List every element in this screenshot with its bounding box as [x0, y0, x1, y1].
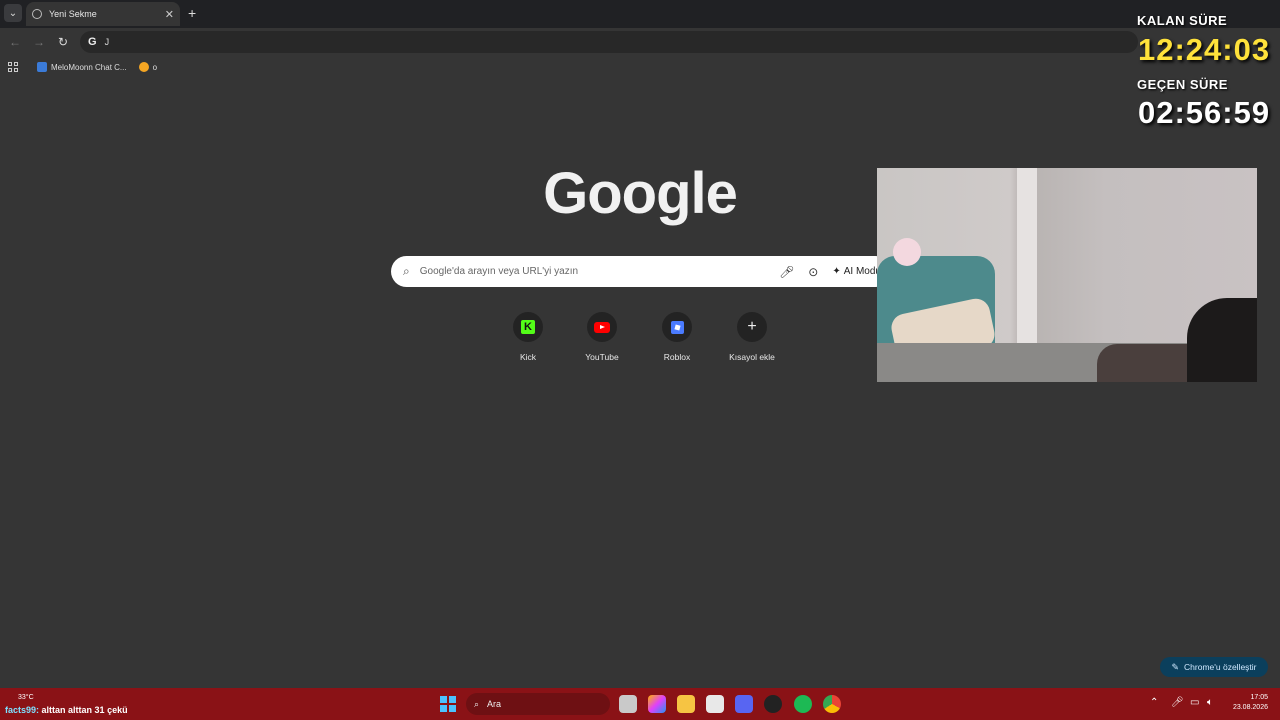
- tab-strip: ⌄ Yeni Sekme ✕ +: [0, 0, 1280, 28]
- arrow-right-icon: →: [33, 35, 45, 49]
- chevron-up-icon[interactable]: ⌃: [1150, 697, 1158, 708]
- chrome-favicon-icon: [32, 9, 42, 19]
- microphone-icon[interactable]: 🎤︎: [779, 265, 794, 279]
- chrome-icon[interactable]: [823, 695, 841, 713]
- pencil-icon: ✎: [1171, 661, 1180, 672]
- tab-search-button[interactable]: ⌄: [4, 4, 22, 22]
- taskbar-search[interactable]: ⌕ Ara: [466, 693, 610, 715]
- network-icon[interactable]: ▭: [1190, 697, 1199, 708]
- elapsed-time-label: GEÇEN SÜRE: [1137, 77, 1228, 92]
- tab-new-tab[interactable]: Yeni Sekme ✕: [26, 2, 180, 26]
- copilot-icon[interactable]: [648, 695, 666, 713]
- shortcut-label: Kick: [519, 352, 537, 362]
- forward-button[interactable]: →: [30, 33, 48, 51]
- spotify-icon[interactable]: [794, 695, 812, 713]
- shortcut-icon-circle: [587, 312, 617, 342]
- google-lens-icon[interactable]: ⊙: [808, 265, 818, 279]
- reload-button[interactable]: ↻: [54, 33, 72, 51]
- file-explorer-icon[interactable]: [677, 695, 695, 713]
- system-clock[interactable]: 17:05 23.08.2026: [1226, 693, 1268, 713]
- shortcut-roblox[interactable]: Roblox: [642, 312, 712, 362]
- close-icon[interactable]: ✕: [165, 8, 174, 21]
- google-g-icon: G: [88, 36, 97, 48]
- shortcut-icon-circle: K: [513, 312, 543, 342]
- weather-temperature[interactable]: 33°C: [18, 694, 34, 701]
- bookmark-favicon-icon: [138, 62, 149, 72]
- sparkle-search-icon: ✦: [832, 266, 841, 277]
- windows-start-icon[interactable]: [440, 696, 456, 712]
- clock-date: 23.08.2026: [1232, 704, 1268, 711]
- customize-chrome-button[interactable]: ✎ Chrome'u özelleştir: [1160, 657, 1268, 677]
- taskbar-search-label: Ara: [487, 699, 502, 709]
- plus-icon: +: [747, 318, 757, 335]
- ai-mode-button[interactable]: ✦ AI Modu: [832, 266, 881, 277]
- obs-icon[interactable]: [764, 695, 782, 713]
- bookmarks-bar: MeloMoonn Chat C... o: [0, 56, 1280, 78]
- bookmark-label: o: [152, 62, 158, 72]
- shortcut-icon-circle: [662, 312, 692, 342]
- volume-icon[interactable]: 🔈︎: [1207, 697, 1213, 708]
- discord-icon[interactable]: [735, 695, 753, 713]
- search-icon: ⌕: [474, 698, 480, 709]
- shortcut-icon-circle: +: [737, 312, 767, 342]
- address-bar[interactable]: G J: [80, 31, 1138, 53]
- plush-toy: [893, 238, 921, 266]
- search-box[interactable]: ⌕ Google'da arayın veya URL'yi yazın 🎤︎ …: [391, 256, 891, 287]
- search-placeholder: Google'da arayın veya URL'yi yazın: [419, 266, 579, 277]
- arrow-left-icon: ←: [9, 35, 21, 49]
- apps-grid-icon[interactable]: [8, 61, 19, 73]
- search-icon: ⌕: [403, 264, 410, 278]
- webcam-feed: [877, 168, 1257, 382]
- bookmark-melomoonn[interactable]: MeloMoonn Chat C...: [37, 62, 127, 72]
- ticker-username: facts99:: [5, 705, 40, 715]
- ai-mode-label: AI Modu: [843, 266, 881, 277]
- tab-title: Yeni Sekme: [49, 9, 97, 19]
- shortcut-add[interactable]: + Kısayol ekle: [717, 312, 787, 362]
- back-button[interactable]: ←: [6, 33, 24, 51]
- microphone-icon[interactable]: 🎤︎: [1171, 697, 1184, 708]
- toolbar: ← → ↻ G J: [0, 28, 1280, 56]
- shortcut-label: Roblox: [663, 352, 691, 362]
- youtube-icon: [594, 321, 610, 333]
- bookmark-favicon-icon: [37, 62, 47, 72]
- customize-label: Chrome'u özelleştir: [1184, 662, 1257, 672]
- remaining-time-value: 12:24:03: [1138, 32, 1271, 67]
- bookmark-o[interactable]: o: [138, 62, 158, 72]
- reload-icon: ↻: [57, 35, 69, 49]
- screen: ⌄ Yeni Sekme ✕ + ← → ↻ G J MeloMoonn Cha…: [0, 0, 1280, 720]
- taskbar: 33°C facts99: alttan alttan 31 çekü ⌕ Ar…: [0, 688, 1280, 720]
- remaining-time-label: KALAN SÜRE: [1137, 13, 1228, 28]
- chevron-down-icon: ⌄: [8, 7, 18, 19]
- bookmark-label: MeloMoonn Chat C...: [51, 62, 127, 72]
- person-head: [1187, 298, 1257, 382]
- kick-icon: K: [521, 320, 535, 334]
- roblox-icon: [670, 320, 684, 334]
- chat-ticker: facts99: alttan alttan 31 çekü: [5, 705, 128, 715]
- elapsed-time-value: 02:56:59: [1138, 95, 1271, 130]
- task-view-icon[interactable]: [619, 695, 637, 713]
- store-icon[interactable]: [706, 695, 724, 713]
- ticker-message: alttan alttan 31 çekü: [41, 705, 128, 715]
- shortcut-kick[interactable]: K Kick: [493, 312, 563, 362]
- new-tab-button[interactable]: +: [188, 5, 196, 21]
- address-bar-value: J: [104, 37, 110, 47]
- shortcut-label: YouTube: [585, 352, 619, 362]
- clock-time: 17:05: [1250, 694, 1268, 701]
- shortcut-label: Kısayol ekle: [729, 352, 775, 362]
- shortcut-youtube[interactable]: YouTube: [567, 312, 637, 362]
